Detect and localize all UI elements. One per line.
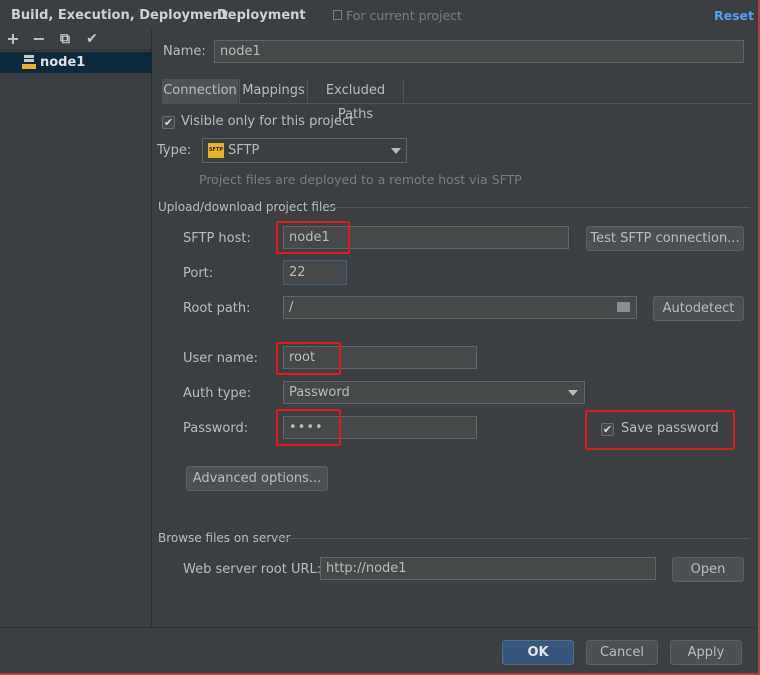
- chevron-down-icon: [391, 148, 401, 154]
- tab-excluded-paths[interactable]: Excluded Paths: [307, 79, 404, 122]
- password-input[interactable]: ••••: [283, 416, 477, 439]
- type-label: Type:: [157, 143, 192, 158]
- server-list: node1: [0, 50, 152, 627]
- password-label: Password:: [183, 421, 249, 436]
- root-path-value: /: [289, 300, 294, 315]
- open-button[interactable]: Open: [672, 557, 744, 582]
- web-root-url-label: Web server root URL:: [183, 562, 322, 577]
- add-icon[interactable]: +: [6, 31, 20, 47]
- type-select[interactable]: SFTP SFTP: [202, 138, 407, 163]
- type-hint: Project files are deployed to a remote h…: [199, 172, 522, 187]
- tab-mappings[interactable]: Mappings: [239, 79, 307, 104]
- visible-only-label: Visible only for this project: [181, 114, 355, 129]
- sftp-host-label: SFTP host:: [183, 231, 251, 246]
- remove-icon[interactable]: −: [32, 31, 46, 47]
- save-password-label: Save password: [621, 421, 719, 436]
- browse-section-title: Browse files on server: [158, 531, 291, 545]
- sftp-icon: SFTP: [208, 143, 224, 158]
- upload-section-divider: [328, 207, 750, 208]
- user-name-label: User name:: [183, 351, 259, 366]
- browse-section-divider: [276, 538, 750, 539]
- port-label: Port:: [183, 266, 214, 281]
- left-panel: + − ⧉ ✔ node1: [0, 30, 152, 627]
- scope-hint: For current project: [346, 8, 462, 23]
- root-path-label: Root path:: [183, 301, 251, 316]
- reset-link[interactable]: Reset: [714, 8, 754, 23]
- root-path-input[interactable]: /: [283, 296, 637, 319]
- save-password-checkbox[interactable]: ✔: [601, 423, 614, 436]
- user-name-input[interactable]: root: [283, 346, 477, 369]
- advanced-options-button[interactable]: Advanced options...: [186, 466, 328, 491]
- apply-button[interactable]: Apply: [670, 640, 742, 665]
- sftp-host-input[interactable]: node1: [283, 226, 569, 249]
- sidebar-item-node1[interactable]: node1: [0, 52, 152, 73]
- sftp-server-icon: [22, 55, 36, 69]
- web-root-url-input[interactable]: http://node1: [320, 557, 656, 580]
- cancel-button[interactable]: Cancel: [586, 640, 658, 665]
- auth-type-select[interactable]: Password: [283, 381, 585, 404]
- tab-connection[interactable]: Connection: [162, 79, 238, 104]
- deployment-toolbar: + − ⧉ ✔: [0, 30, 152, 50]
- breadcrumb-parent[interactable]: Build, Execution, Deployment: [11, 8, 228, 23]
- auth-type-label: Auth type:: [183, 386, 252, 401]
- type-select-value: SFTP: [228, 143, 260, 158]
- test-sftp-connection-button[interactable]: Test SFTP connection...: [586, 226, 744, 251]
- page-title: Deployment: [217, 8, 306, 23]
- visible-only-checkbox[interactable]: ✔: [162, 116, 175, 129]
- footer-bar: OK Cancel Apply: [0, 627, 760, 675]
- copy-icon[interactable]: ⧉: [58, 31, 72, 47]
- port-input[interactable]: 22: [283, 260, 347, 285]
- chevron-down-icon: [568, 390, 578, 396]
- apply-check-icon[interactable]: ✔: [85, 31, 99, 47]
- upload-section-title: Upload/download project files: [158, 200, 336, 214]
- name-input[interactable]: node1: [214, 40, 744, 63]
- breadcrumb-separator: ›: [203, 7, 209, 22]
- header-bar: Build, Execution, Deployment › Deploymen…: [0, 0, 760, 30]
- auth-type-value: Password: [289, 385, 350, 400]
- scope-icon: [333, 10, 342, 20]
- folder-icon[interactable]: [617, 302, 630, 312]
- name-label: Name:: [163, 44, 206, 59]
- sidebar-item-label: node1: [40, 55, 86, 70]
- autodetect-button[interactable]: Autodetect: [653, 296, 744, 321]
- ok-button[interactable]: OK: [502, 640, 574, 665]
